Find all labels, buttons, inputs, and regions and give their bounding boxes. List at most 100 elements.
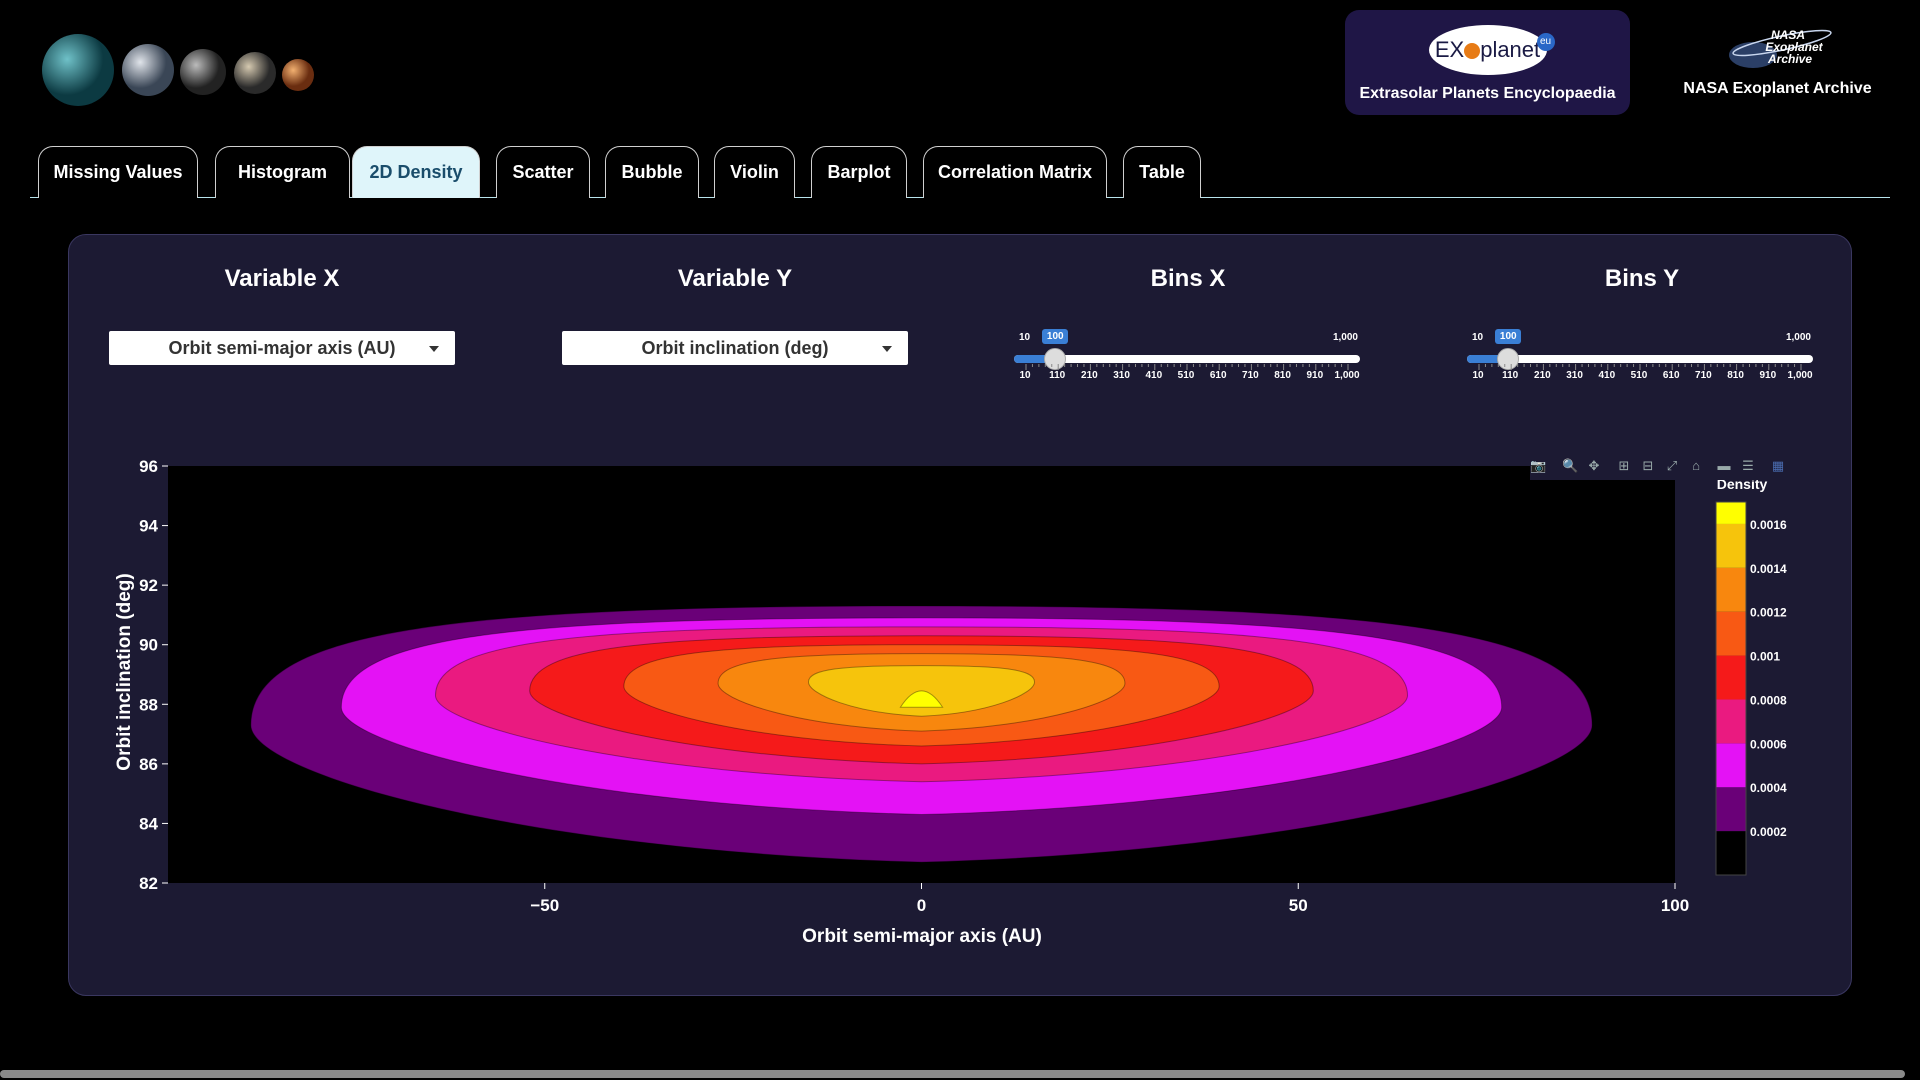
variable-y-dropdown[interactable]: Orbit inclination (deg) [562,331,908,365]
colorbar-tick-label: 0.001 [1750,650,1780,664]
zoom-icon[interactable]: 🔍 [1562,458,1578,474]
tab-scatter[interactable]: Scatter [496,146,590,198]
x-tick-label: 50 [1289,896,1308,915]
y-tick-label: 82 [139,874,158,893]
colorbar-tick-label: 0.0012 [1750,606,1787,620]
slider-tick-label: 910 [1759,370,1777,381]
density-contour-chart[interactable]: 82 84 86 88 90 92 94 96 −50 0 50 100 Orbit semi-ma… [100,450,1830,960]
bins-y-min-label: 10 [1472,332,1484,343]
tab-histogram[interactable]: Histogram [215,146,350,198]
autoscale-icon[interactable]: ⤢ [1664,458,1680,474]
bins-y-tick-labels: 10 110 210 310 410 510 610 710 810 910 1,000 [1466,370,1812,384]
plot-modebar: 📷 🔍 ✥ ⊞ ⊟ ⤢ ⌂ ▬ ☰ ▦ [1530,452,1810,480]
variable-y-title: Variable Y [677,265,793,292]
slider-tick-label: 10 [1019,370,1031,381]
slider-tick-label: 310 [1566,370,1583,381]
colorbar-tick-label: 0.0008 [1750,693,1787,707]
planets-banner-image [42,34,314,106]
x-axis: −50 0 50 100 [530,883,1689,915]
bins-x-value-bubble: 100 [1042,329,1069,344]
tab-barplot[interactable]: Barplot [811,146,907,198]
slider-tick-label: 10 [1472,370,1484,381]
colorbar-tick-label: 0.0016 [1750,518,1787,532]
x-tick-label: 100 [1661,896,1689,915]
y-tick-label: 92 [139,576,158,595]
slider-tick-label: 610 [1662,370,1680,381]
y-tick-label: 94 [139,517,158,536]
slider-tick-label: 210 [1081,370,1098,381]
zoom-in-icon[interactable]: ⊞ [1616,458,1632,474]
y-axis: 82 84 86 88 90 92 94 96 [139,457,168,893]
pan-icon[interactable]: ✥ [1586,458,1602,474]
x-tick-label: 0 [917,896,926,915]
y-tick-label: 86 [139,755,158,774]
slider-tick-label: 910 [1306,370,1324,381]
tab-correlation-matrix[interactable]: Correlation Matrix [923,146,1107,198]
slider-tick-label: 110 [1502,370,1519,381]
y-tick-label: 90 [139,636,158,655]
y-axis-title: Orbit inclination (deg) [114,573,135,770]
variable-x-title: Variable X [224,265,340,292]
bins-x-min-label: 10 [1019,332,1031,343]
exoplanet-eu-caption: Extrasolar Planets Encyclopaedia [1359,85,1616,102]
slider-tick-label: 610 [1209,370,1227,381]
y-tick-label: 84 [139,814,158,833]
variable-x-value: Orbit semi-major axis (AU) [168,338,396,358]
bins-y-value-bubble: 100 [1495,329,1522,344]
bins-y-max-label: 1,000 [1785,332,1811,343]
colorbar-band [1716,567,1746,612]
colorbar-band [1716,502,1746,524]
colorbar-band [1716,743,1746,788]
tab-bubble[interactable]: Bubble [605,146,699,198]
bins-x-max-label: 1,000 [1332,332,1358,343]
slider-tick-label: 310 [1113,370,1130,381]
nasa-logo-line-3: Archive [1766,52,1811,66]
logo-text-right: planet [1480,37,1541,62]
exoplanet-eu-logo: EX planet eu [1428,25,1555,75]
tab-missing-values[interactable]: Missing Values [38,146,198,198]
tab-2d-density[interactable]: 2D Density [352,146,480,198]
spike-lines-icon[interactable]: ▬ [1716,458,1732,474]
variable-y-value: Orbit inclination (deg) [641,338,829,358]
variable-x-dropdown[interactable]: Orbit semi-major axis (AU) [109,331,455,365]
slider-tick-label: 410 [1598,370,1616,381]
nasa-archive-caption: NASA Exoplanet Archive [1683,80,1872,97]
y-tick-label: 88 [139,695,158,714]
exoplanet-eu-link[interactable]: EX planet eu Extrasolar Planets Encyclopa… [1345,10,1630,115]
zoom-out-icon[interactable]: ⊟ [1640,458,1656,474]
tab-bar: Missing Values Histogram 2D Density Scat… [30,146,1890,198]
horizontal-scrollbar[interactable] [0,1070,1905,1078]
plotly-logo-icon[interactable]: ▦ [1770,458,1786,474]
compare-data-icon[interactable]: ☰ [1740,458,1756,474]
chevron-down-icon [429,346,439,352]
slider-tick-label: 710 [1695,370,1712,381]
tab-violin[interactable]: Violin [714,146,795,198]
colorbar-tick-label: 0.0014 [1750,562,1787,576]
colorbar: 0.0002 0.0004 0.0006 0.0008 0.001 0.0012 0.001… [1715,501,1787,876]
bins-x-tick-labels: 10 110 210 310 410 510 610 710 810 910 1,000 [1013,370,1359,384]
eu-badge: eu [1536,33,1555,51]
bins-y-title: Bins Y [1604,265,1680,292]
reset-axes-icon[interactable]: ⌂ [1688,458,1704,474]
colorbar-band [1716,831,1746,875]
nasa-exoplanet-archive-logo: NASA Exoplanet Archive [1728,28,1832,68]
bins-x-title: Bins X [1150,265,1226,292]
slider-tick-label: 810 [1727,370,1744,381]
nasa-archive-link[interactable]: NASA Exoplanet Archive NASA Exoplanet Ar… [1665,25,1890,105]
slider-tick-label: 110 [1049,370,1066,381]
slider-tick-label: 1,000 [1334,370,1360,381]
logo-planet-dot-icon [1464,43,1481,59]
colorbar-tick-label: 0.0006 [1750,737,1787,751]
camera-icon[interactable]: 📷 [1530,458,1546,474]
chevron-down-icon [882,346,892,352]
colorbar-band [1716,611,1746,656]
colorbar-band [1716,699,1746,744]
slider-tick-label: 1,000 [1787,370,1813,381]
tab-table[interactable]: Table [1123,146,1201,198]
colorbar-band [1716,655,1746,700]
colorbar-tick-label: 0.0002 [1750,825,1787,839]
slider-tick-label: 410 [1145,370,1163,381]
colorbar-band [1716,787,1746,832]
colorbar-tick-label: 0.0004 [1750,781,1787,795]
x-tick-label: −50 [530,896,559,915]
